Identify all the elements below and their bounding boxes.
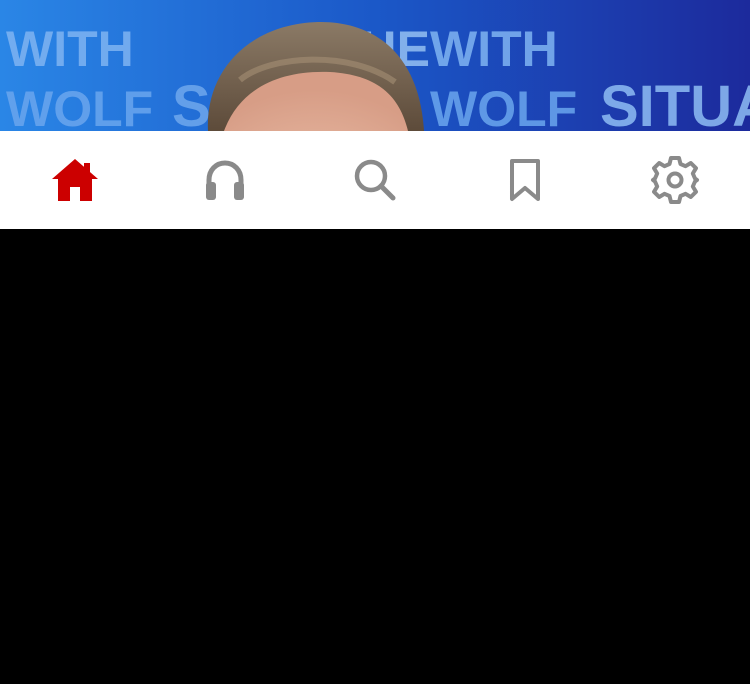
backdrop-word: WITH [6, 21, 134, 77]
home-icon [52, 159, 98, 201]
tab-saved[interactable] [450, 131, 600, 229]
app-screen: WITH WOLF THE WITH WOLF SITUAT S [0, 0, 750, 684]
tab-settings[interactable] [600, 131, 750, 229]
bottom-tab-bar [0, 131, 750, 229]
backdrop-word: SITUAT [600, 74, 750, 131]
headphones-icon [206, 160, 244, 200]
backdrop-word: WOLF [430, 81, 577, 131]
gear-icon [651, 156, 699, 204]
bookmark-icon [510, 159, 540, 201]
hero-photo: WITH WOLF THE WITH WOLF SITUAT S [0, 0, 750, 131]
content-area [0, 229, 750, 684]
search-icon [354, 159, 396, 201]
tab-home[interactable] [0, 131, 150, 229]
tab-search[interactable] [300, 131, 450, 229]
tab-listen[interactable] [150, 131, 300, 229]
backdrop-word: WITH [430, 21, 558, 77]
backdrop-word: WOLF [6, 81, 153, 131]
backdrop-word: S [172, 74, 211, 131]
hero-image[interactable]: WITH WOLF THE WITH WOLF SITUAT S [0, 0, 750, 131]
